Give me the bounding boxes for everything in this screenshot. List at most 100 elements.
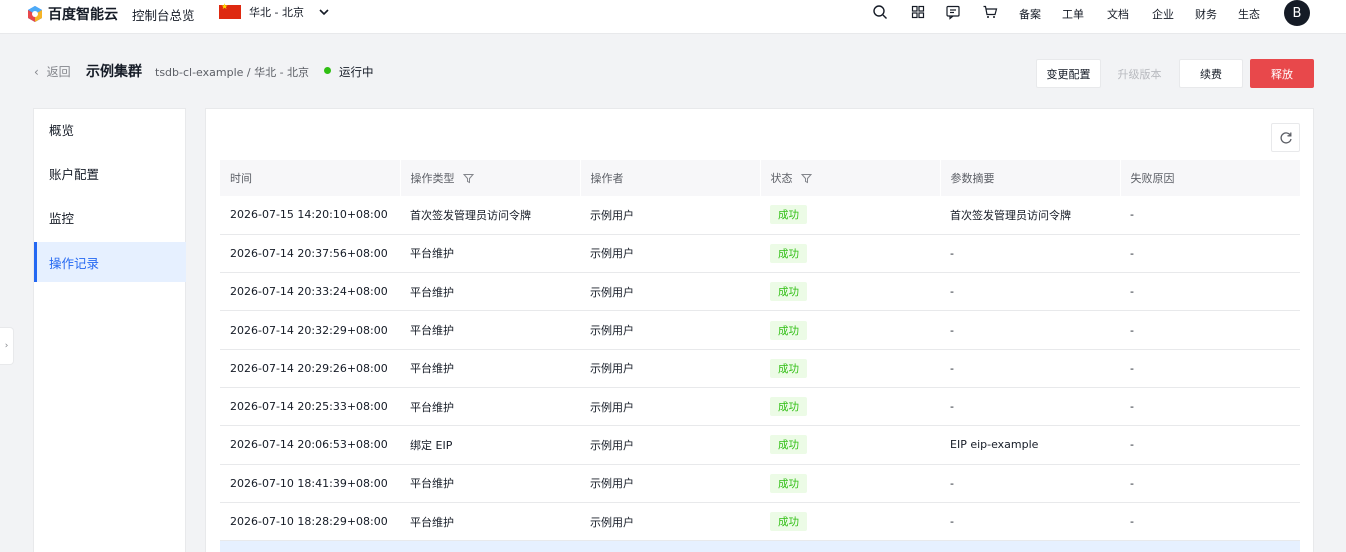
sidebar-item-operation-log[interactable]: 操作记录 bbox=[34, 242, 186, 282]
cell-operator: 示例用户 bbox=[580, 272, 760, 312]
chevron-down-icon bbox=[319, 9, 329, 16]
page-title: 示例集群 bbox=[86, 64, 142, 80]
search-icon[interactable] bbox=[872, 4, 888, 20]
table-row: 2026-07-10 18:28:29+08:00 平台维护 示例用户 成功 - - bbox=[220, 502, 1300, 542]
region-label: 华北 - 北京 bbox=[249, 6, 304, 19]
cell-status: 成功 bbox=[760, 234, 940, 274]
cell-operator: 示例用户 bbox=[580, 349, 760, 388]
cell-type: 首次签发管理员访问令牌 bbox=[400, 196, 580, 235]
status-badge: 成功 bbox=[770, 205, 807, 225]
cell-reason: - bbox=[1120, 234, 1300, 274]
cell-type: 平台维护 bbox=[400, 502, 580, 542]
status-badge: 成功 bbox=[770, 320, 807, 340]
apps-grid-icon[interactable] bbox=[910, 4, 926, 20]
cell-operator: 示例用户 bbox=[580, 196, 760, 235]
cell-params: - bbox=[940, 387, 1120, 427]
nav-link-filing[interactable]: 备案 bbox=[1019, 6, 1041, 22]
nav-link-finance[interactable]: 财务 bbox=[1195, 6, 1217, 22]
cluster-id-region: tsdb-cl-example / 华北 - 北京 bbox=[155, 66, 310, 79]
upgrade-version-button[interactable]: 升级版本 bbox=[1107, 59, 1172, 88]
expand-sidebar-handle[interactable]: › bbox=[0, 327, 14, 365]
status-dot-icon bbox=[324, 67, 331, 74]
renew-button[interactable]: 续费 bbox=[1179, 59, 1243, 88]
nav-link-ticket[interactable]: 工单 bbox=[1062, 6, 1084, 22]
cell-time: 2026-07-14 20:37:56+08:00 bbox=[220, 234, 400, 274]
cell-params: 首次签发管理员访问令牌 bbox=[940, 196, 1120, 235]
cell-type: 平台维护 bbox=[400, 464, 580, 503]
cell-reason: - bbox=[1120, 387, 1300, 427]
column-header-status: 状态 bbox=[759, 160, 940, 196]
cell-reason: - bbox=[1120, 349, 1300, 388]
cell-status: 成功 bbox=[760, 272, 940, 312]
cell-status: 成功 bbox=[760, 464, 940, 503]
table-cell bbox=[580, 540, 760, 552]
region-selector[interactable]: 华北 - 北京 bbox=[219, 2, 330, 20]
table-cell bbox=[220, 540, 400, 552]
refresh-button[interactable] bbox=[1271, 123, 1300, 152]
column-header-params: 参数摘要 bbox=[939, 160, 1120, 196]
change-config-button[interactable]: 变更配置 bbox=[1036, 59, 1101, 88]
cell-type: 绑定 EIP bbox=[400, 425, 580, 465]
filter-icon[interactable] bbox=[462, 173, 474, 184]
cell-status: 成功 bbox=[760, 425, 940, 465]
column-header-failure-reason: 失败原因 bbox=[1119, 160, 1300, 196]
cart-icon[interactable] bbox=[982, 4, 998, 20]
cell-time: 2026-07-14 20:32:29+08:00 bbox=[220, 310, 400, 350]
filter-icon[interactable] bbox=[800, 173, 812, 184]
cell-status: 成功 bbox=[760, 502, 940, 542]
status-badge: 成功 bbox=[770, 243, 807, 263]
message-icon[interactable] bbox=[945, 4, 961, 20]
sidebar-item-overview[interactable]: 概览 bbox=[34, 109, 186, 149]
status-badge: 成功 bbox=[770, 282, 807, 302]
nav-link-ecosystem[interactable]: 生态 bbox=[1238, 6, 1260, 22]
cell-status: 成功 bbox=[760, 310, 940, 350]
operation-log-panel: 时间 操作类型 操作者 状态 参数摘要 失败原因 2026-07-15 14:2… bbox=[205, 108, 1314, 552]
cell-time: 2026-07-14 20:06:53+08:00 bbox=[220, 425, 400, 465]
column-header-operator: 操作者 bbox=[579, 160, 760, 196]
cell-params: - bbox=[940, 234, 1120, 274]
sidebar-item-account-config[interactable]: 账户配置 bbox=[34, 153, 186, 193]
table-row: 2026-07-10 18:41:39+08:00 平台维护 示例用户 成功 - - bbox=[220, 464, 1300, 503]
table-header-row: 时间 操作类型 操作者 状态 参数摘要 失败原因 bbox=[220, 160, 1300, 196]
cell-type: 平台维护 bbox=[400, 272, 580, 312]
table-row: 2026-07-14 20:33:24+08:00 平台维护 示例用户 成功 - - bbox=[220, 272, 1300, 312]
column-header-type: 操作类型 bbox=[399, 160, 580, 196]
cell-type: 平台维护 bbox=[400, 349, 580, 388]
cell-reason: - bbox=[1120, 196, 1300, 235]
cell-reason: - bbox=[1120, 272, 1300, 312]
release-button[interactable]: 释放 bbox=[1250, 59, 1314, 88]
cell-operator: 示例用户 bbox=[580, 387, 760, 427]
table-row: 2026-07-14 20:37:56+08:00 平台维护 示例用户 成功 - - bbox=[220, 234, 1300, 274]
cell-params: - bbox=[940, 310, 1120, 350]
table-row: 2026-07-14 20:25:33+08:00 平台维护 示例用户 成功 - - bbox=[220, 387, 1300, 427]
table-cell bbox=[760, 540, 940, 552]
table-row: 2026-07-14 20:32:29+08:00 平台维护 示例用户 成功 - - bbox=[220, 310, 1300, 350]
cloud-logo-icon bbox=[28, 6, 42, 22]
table-row: 2026-07-15 14:20:10+08:00 首次签发管理员访问令牌 示例用户… bbox=[220, 196, 1300, 235]
nav-link-docs[interactable]: 文档 bbox=[1107, 6, 1129, 22]
column-header-time: 时间 bbox=[220, 160, 400, 196]
cell-time: 2026-07-14 20:33:24+08:00 bbox=[220, 272, 400, 312]
cell-status: 成功 bbox=[760, 349, 940, 388]
brand-name: 百度智能云 bbox=[48, 7, 118, 23]
nav-link-enterprise[interactable]: 企业 bbox=[1152, 6, 1174, 22]
cell-time: 2026-07-14 20:29:26+08:00 bbox=[220, 349, 400, 388]
sidebar-item-monitor[interactable]: 监控 bbox=[34, 197, 186, 237]
refresh-icon bbox=[1279, 131, 1292, 144]
cell-time: 2026-07-14 20:25:33+08:00 bbox=[220, 387, 400, 427]
console-overview-link[interactable]: 控制台总览 bbox=[132, 5, 195, 24]
cell-reason: - bbox=[1120, 502, 1300, 542]
status-badge: 成功 bbox=[770, 435, 807, 455]
brand-logo[interactable]: 百度智能云 bbox=[26, 4, 118, 24]
back-link[interactable]: ‹ 返回 bbox=[34, 63, 71, 80]
table-cell bbox=[400, 540, 580, 552]
user-avatar[interactable]: B bbox=[1284, 0, 1310, 26]
cell-status: 成功 bbox=[760, 387, 940, 427]
sidebar: 概览 账户配置 监控 操作记录 bbox=[33, 108, 186, 552]
cell-operator: 示例用户 bbox=[580, 464, 760, 503]
chevron-left-icon: ‹ bbox=[34, 65, 39, 79]
cell-operator: 示例用户 bbox=[580, 502, 760, 542]
status-badge: 成功 bbox=[770, 512, 807, 532]
status-badge: 成功 bbox=[770, 358, 807, 378]
table-row-hovered[interactable] bbox=[220, 540, 1300, 552]
